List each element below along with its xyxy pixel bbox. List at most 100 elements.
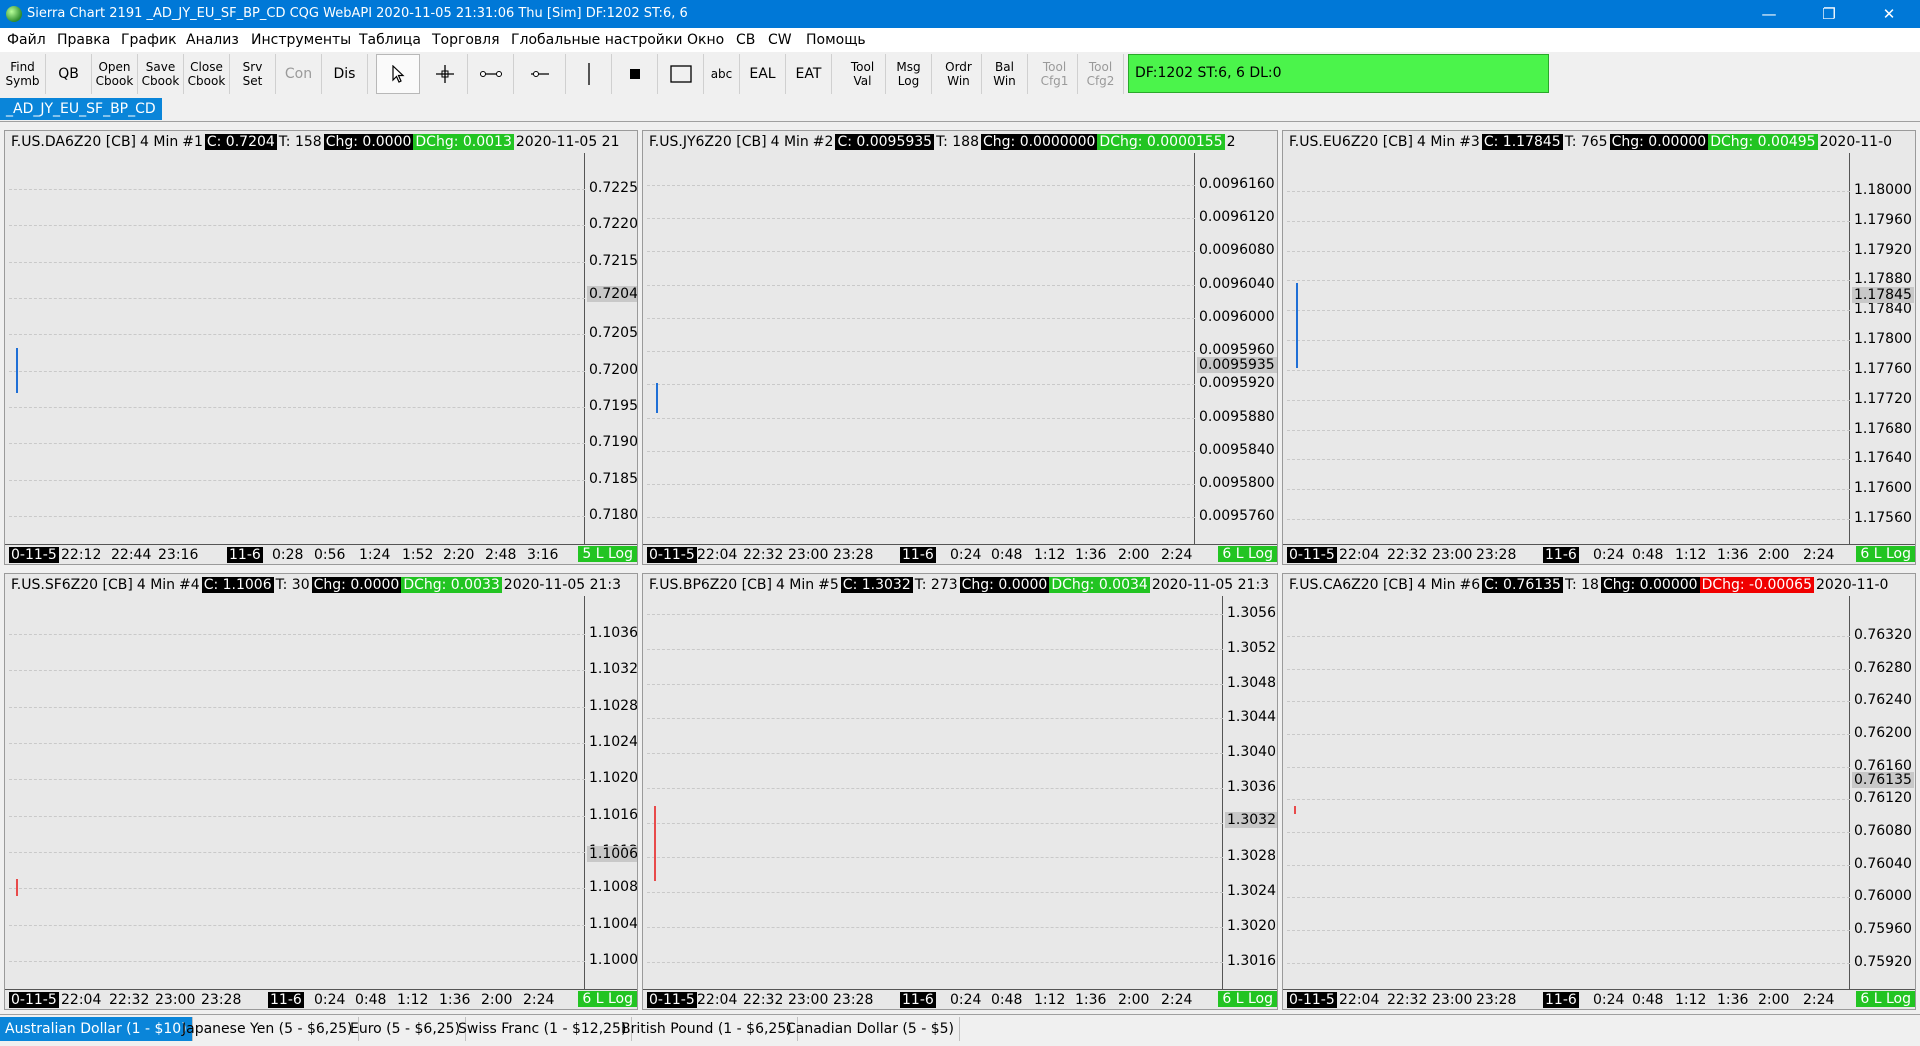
scale-mode-badge[interactable]: 5 L Log (578, 546, 637, 562)
time-axis[interactable]: 0-11-5 22:04 22:32 23:00 23:28 11-6 0:24 0:48 1:… (5, 989, 637, 1009)
eal-button[interactable]: EAL (740, 54, 786, 94)
daily-change-value: DChg: 0.0000155 (1097, 134, 1225, 150)
menu-tools[interactable]: Инструменты (251, 32, 351, 48)
y-axis-label: 1.3040 (1227, 744, 1276, 761)
grid-line (9, 851, 585, 853)
connect-button[interactable]: Con (276, 54, 322, 94)
open-chartbook-button[interactable]: Open Cbook (92, 54, 138, 94)
menu-window[interactable]: Окно (687, 32, 724, 48)
change-value: Chg: 0.0000000 (981, 134, 1098, 150)
grid-line (1287, 250, 1850, 252)
tab-british-pound[interactable]: British Pound (1 - $6,25) (616, 1017, 798, 1041)
time-axis-label: 1:36 (1075, 992, 1107, 1008)
scale-mode-badge[interactable]: 6 L Log (1218, 546, 1277, 562)
trade-count: T: 30 (275, 577, 310, 593)
time-axis-label: 23:28 (833, 992, 874, 1008)
restore-button[interactable]: ❐ (1806, 0, 1852, 28)
close-button[interactable]: ✕ (1866, 0, 1912, 28)
chart-number: #1 (182, 134, 203, 150)
time-axis-label: 23:28 (1476, 547, 1517, 563)
time-axis-label: 22:04 (1339, 547, 1380, 563)
time-axis-label: 0-11-5 (647, 547, 697, 563)
time-axis[interactable]: 0-11-5 22:04 22:32 23:00 23:28 11-6 0:24 0:48 1:… (1283, 544, 1915, 564)
chart-panel-bp[interactable]: F.US.BP6Z20 [CB] 4 Min #5 C: 1.3032 T: 273 Ch… (642, 573, 1278, 1010)
server-settings-button[interactable]: Srv Set (230, 54, 276, 94)
chart-panel-sf[interactable]: F.US.SF6Z20 [CB] 4 Min #4 C: 1.1006 T: 30 Chg… (4, 573, 638, 1010)
rectangle-tool-button[interactable] (658, 54, 704, 94)
y-axis-label: 0.76040 (1854, 855, 1912, 872)
time-axis[interactable]: 0-11-5 22:12 22:44 23:16 11-6 0:28 0:56 1:24 1:5… (5, 544, 637, 564)
quick-bar-button[interactable]: QB (46, 54, 92, 94)
menu-chart[interactable]: График (121, 32, 177, 48)
price-plot-area[interactable] (1287, 153, 1850, 544)
trade-count: T: 273 (914, 577, 958, 593)
line-tool-button[interactable] (468, 54, 514, 94)
tab-swiss-franc[interactable]: Swiss Franc (1 - $12,25) (453, 1017, 633, 1041)
close-chartbook-button[interactable]: Close Cbook (184, 54, 230, 94)
disconnect-button[interactable]: Dis (322, 54, 368, 94)
scale-mode-badge[interactable]: 6 L Log (1218, 991, 1277, 1007)
tab-euro[interactable]: Euro (5 - $6,25) (345, 1017, 467, 1041)
menu-help[interactable]: Помощь (806, 32, 866, 48)
scale-mode-badge[interactable]: 6 L Log (1856, 991, 1915, 1007)
current-price-label: 0.76135 (1852, 772, 1914, 788)
time-axis[interactable]: 0-11-5 22:04 22:32 23:00 23:28 11-6 0:24 0:48 1:… (643, 544, 1277, 564)
scale-mode-badge[interactable]: 6 L Log (1856, 546, 1915, 562)
price-plot-area[interactable] (647, 153, 1195, 544)
chart-header: F.US.EU6Z20 [CB] 4 Min #3 C: 1.17845 T: 765 C… (1283, 131, 1894, 153)
tab-canadian-dollar[interactable]: Canadian Dollar (5 - $5) (781, 1017, 960, 1041)
chart-panel-jy[interactable]: F.US.JY6Z20 [CB] 4 Min #2 C: 0.0095935 T: 18… (642, 130, 1278, 565)
menu-global-settings[interactable]: Глобальные настройки (511, 32, 682, 48)
ray-tool-button[interactable] (514, 54, 566, 94)
menu-analysis[interactable]: Анализ (186, 32, 239, 48)
grid-line (1287, 799, 1850, 801)
grid-line (1287, 734, 1850, 735)
minimize-button[interactable]: — (1746, 0, 1792, 28)
tab-japanese-yen[interactable]: Japanese Yen (5 - $6,25) (177, 1017, 359, 1041)
price-plot-area[interactable] (9, 596, 585, 989)
menu-edit[interactable]: Правка (57, 32, 110, 48)
tool-values-button[interactable]: Tool Val (840, 54, 886, 94)
tool-config-1-button[interactable]: Tool Cfg1 (1032, 54, 1078, 94)
chart-symbol: F.US.SF6Z20 [CB] (11, 577, 133, 593)
menu-bar: Файл Правка График Анализ Инструменты Та… (0, 28, 1920, 52)
menu-trading[interactable]: Торговля (432, 32, 500, 48)
menu-table[interactable]: Таблица (359, 32, 421, 48)
find-symbol-button[interactable]: Find Symb (0, 54, 46, 94)
price-plot-area[interactable] (9, 153, 585, 544)
time-axis[interactable]: 0-11-5 22:04 22:32 23:00 23:28 11-6 0:24 0:48 1:… (643, 989, 1277, 1009)
chart-panel-ca[interactable]: F.US.CA6Z20 [CB] 4 Min #6 C: 0.76135 T: 18 Ch… (1282, 573, 1916, 1010)
chart-interval: 4 Min (1417, 134, 1456, 150)
menu-file[interactable]: Файл (7, 32, 46, 48)
message-log-button[interactable]: Msg Log (886, 54, 932, 94)
vertical-line-tool-button[interactable] (566, 54, 612, 94)
orders-window-button[interactable]: Ordr Win (936, 54, 982, 94)
chart-panel-eu[interactable]: F.US.EU6Z20 [CB] 4 Min #3 C: 1.17845 T: 765 C… (1282, 130, 1916, 565)
crosshair-icon (435, 65, 454, 83)
time-axis-label: 23:00 (1432, 992, 1473, 1008)
marker-tool-button[interactable] (612, 54, 658, 94)
menu-cw[interactable]: CW (768, 32, 792, 48)
line-icon (479, 71, 502, 77)
chart-panel-da[interactable]: F.US.DA6Z20 [CB] 4 Min #1 C: 0.7204 T: 158 Ch… (4, 130, 638, 565)
menu-cb[interactable]: CB (736, 32, 755, 48)
chartbook-tab[interactable]: _AD_JY_EU_SF_BP_CD (0, 98, 162, 120)
eat-button[interactable]: EAT (786, 54, 832, 94)
tool-config-2-button[interactable]: Tool Cfg2 (1078, 54, 1124, 94)
y-axis-label: 0.76240 (1854, 692, 1912, 709)
text-tool-button[interactable]: abc (704, 54, 740, 94)
chart-interval: 4 Min (1417, 577, 1456, 593)
crosshair-tool-button[interactable] (422, 54, 468, 94)
price-plot-area[interactable] (647, 596, 1223, 989)
balance-window-button[interactable]: Bal Win (982, 54, 1028, 94)
time-axis-label: 1:12 (397, 992, 429, 1008)
save-chartbook-button[interactable]: Save Cbook (138, 54, 184, 94)
time-axis-label: 0:48 (1632, 992, 1664, 1008)
tab-australian-dollar[interactable]: Australian Dollar (1 - $10) (0, 1017, 193, 1041)
y-axis-label: 1.17680 (1854, 420, 1912, 437)
time-axis-label: 0:24 (950, 992, 982, 1008)
pointer-tool-button[interactable] (376, 54, 420, 94)
time-axis[interactable]: 0-11-5 22:04 22:32 23:00 23:28 11-6 0:24 0:48 1:… (1283, 989, 1915, 1009)
time-axis-label: 1:12 (1034, 547, 1066, 563)
scale-mode-badge[interactable]: 6 L Log (578, 991, 637, 1007)
